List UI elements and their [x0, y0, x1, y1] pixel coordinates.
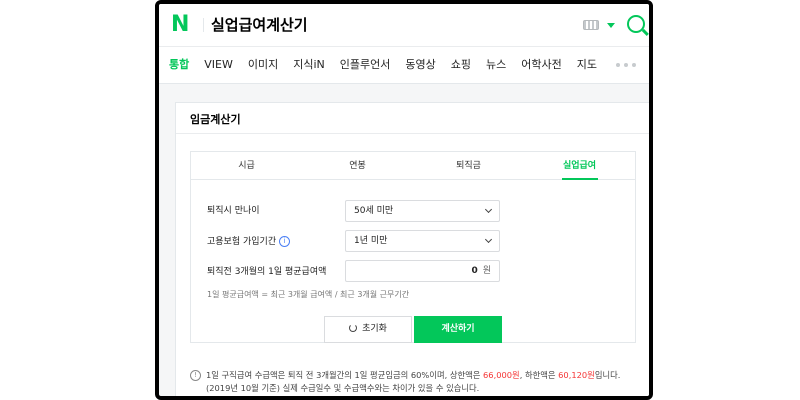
insurance-label: 고용보험 가입기간 i [207, 235, 291, 249]
search-tabs-nav: 통합 VIEW 이미지 지식iN 인플루언서 동영상 쇼핑 뉴스 어학사전 지도 [159, 46, 649, 84]
tab-severance[interactable]: 퇴직금 [413, 152, 524, 179]
notice-line2: (2019년 10월 기준) 실제 수급일수 및 수급액수와는 차이가 있을 수… [206, 383, 480, 393]
calculator-tabs: 시급 연봉 퇴직금 실업급여 [191, 152, 635, 180]
chevron-down-icon [484, 205, 493, 214]
keyboard-icon[interactable] [583, 20, 599, 30]
age-select-value: 50세 미만 [354, 206, 394, 216]
calculate-button[interactable]: 계산하기 [414, 316, 502, 343]
insurance-label-text: 고용보험 가입기간 [207, 237, 277, 247]
lower-limit: 60,120원 [558, 370, 595, 380]
nav-item-images[interactable]: 이미지 [248, 46, 278, 84]
tab-annual[interactable]: 연봉 [302, 152, 413, 179]
insurance-select-value: 1년 미만 [354, 236, 388, 246]
age-select[interactable]: 50세 미만 [345, 200, 500, 222]
info-icon[interactable]: i [279, 236, 291, 247]
tab-hourly[interactable]: 시급 [191, 152, 302, 179]
nav-item-dictionary[interactable]: 어학사전 [521, 46, 561, 84]
nav-item-shopping[interactable]: 쇼핑 [451, 46, 471, 84]
search-icon[interactable] [627, 15, 645, 33]
chevron-down-icon [484, 235, 493, 244]
calculator-box: 시급 연봉 퇴직금 실업급여 퇴직시 만나이 50세 미만 고용보험 가입기간 i… [190, 151, 636, 343]
wage-calculator-card: 임금계산기 시급 연봉 퇴직금 실업급여 퇴직시 만나이 50세 미만 고용보험… [175, 102, 649, 396]
nav-item-all[interactable]: 통합 [169, 46, 189, 84]
nav-item-video[interactable]: 동영상 [405, 46, 435, 84]
notice-part2: , 하한액은 [519, 370, 559, 380]
header-divider [203, 18, 204, 32]
nav-item-kin[interactable]: 지식iN [293, 46, 325, 84]
avg-wage-input[interactable]: 0원 [345, 260, 500, 282]
upper-limit: 66,000원 [483, 370, 520, 380]
avg-wage-label: 퇴직전 3개월의 1일 평균급여액 [207, 267, 327, 277]
alert-icon: ! [190, 370, 201, 381]
age-label: 퇴직시 만나이 [207, 206, 260, 216]
search-query[interactable]: 실업급여계산기 [211, 14, 308, 36]
avg-wage-unit: 원 [482, 266, 491, 276]
refresh-icon [349, 324, 358, 332]
card-title: 임금계산기 [190, 113, 241, 126]
nav-item-map[interactable]: 지도 [577, 46, 597, 84]
title-divider [176, 133, 649, 134]
insurance-period-select[interactable]: 1년 미만 [345, 230, 500, 252]
naver-logo[interactable]: N [171, 14, 191, 36]
nav-item-view[interactable]: VIEW [204, 46, 233, 84]
reset-button[interactable]: 초기화 [324, 316, 412, 343]
notice-part1: 1일 구직급여 수급액은 퇴직 전 3개월간의 1일 평균임금의 60%이며, … [206, 370, 484, 380]
avg-wage-value: 0 [471, 266, 478, 276]
nav-item-news[interactable]: 뉴스 [486, 46, 506, 84]
more-icon[interactable] [615, 63, 636, 67]
reset-label: 초기화 [362, 324, 387, 334]
notice-part3: 입니다. [594, 370, 621, 380]
notice-text: 1일 구직급여 수급액은 퇴직 전 3개월간의 1일 평균임금의 60%이며, … [206, 369, 648, 395]
nav-item-influencer[interactable]: 인플루언서 [340, 46, 391, 84]
search-header: N 실업급여계산기 [159, 4, 649, 46]
browser-frame: N 실업급여계산기 통합 VIEW 이미지 지식iN 인플루언서 동영상 쇼핑 … [155, 0, 653, 400]
tab-unemployment[interactable]: 실업급여 [524, 152, 635, 180]
chevron-down-icon[interactable] [607, 23, 615, 28]
formula-hint: 1일 평균급여액 = 최근 3개월 급여액 / 최근 3개월 근무기간 [207, 290, 410, 299]
